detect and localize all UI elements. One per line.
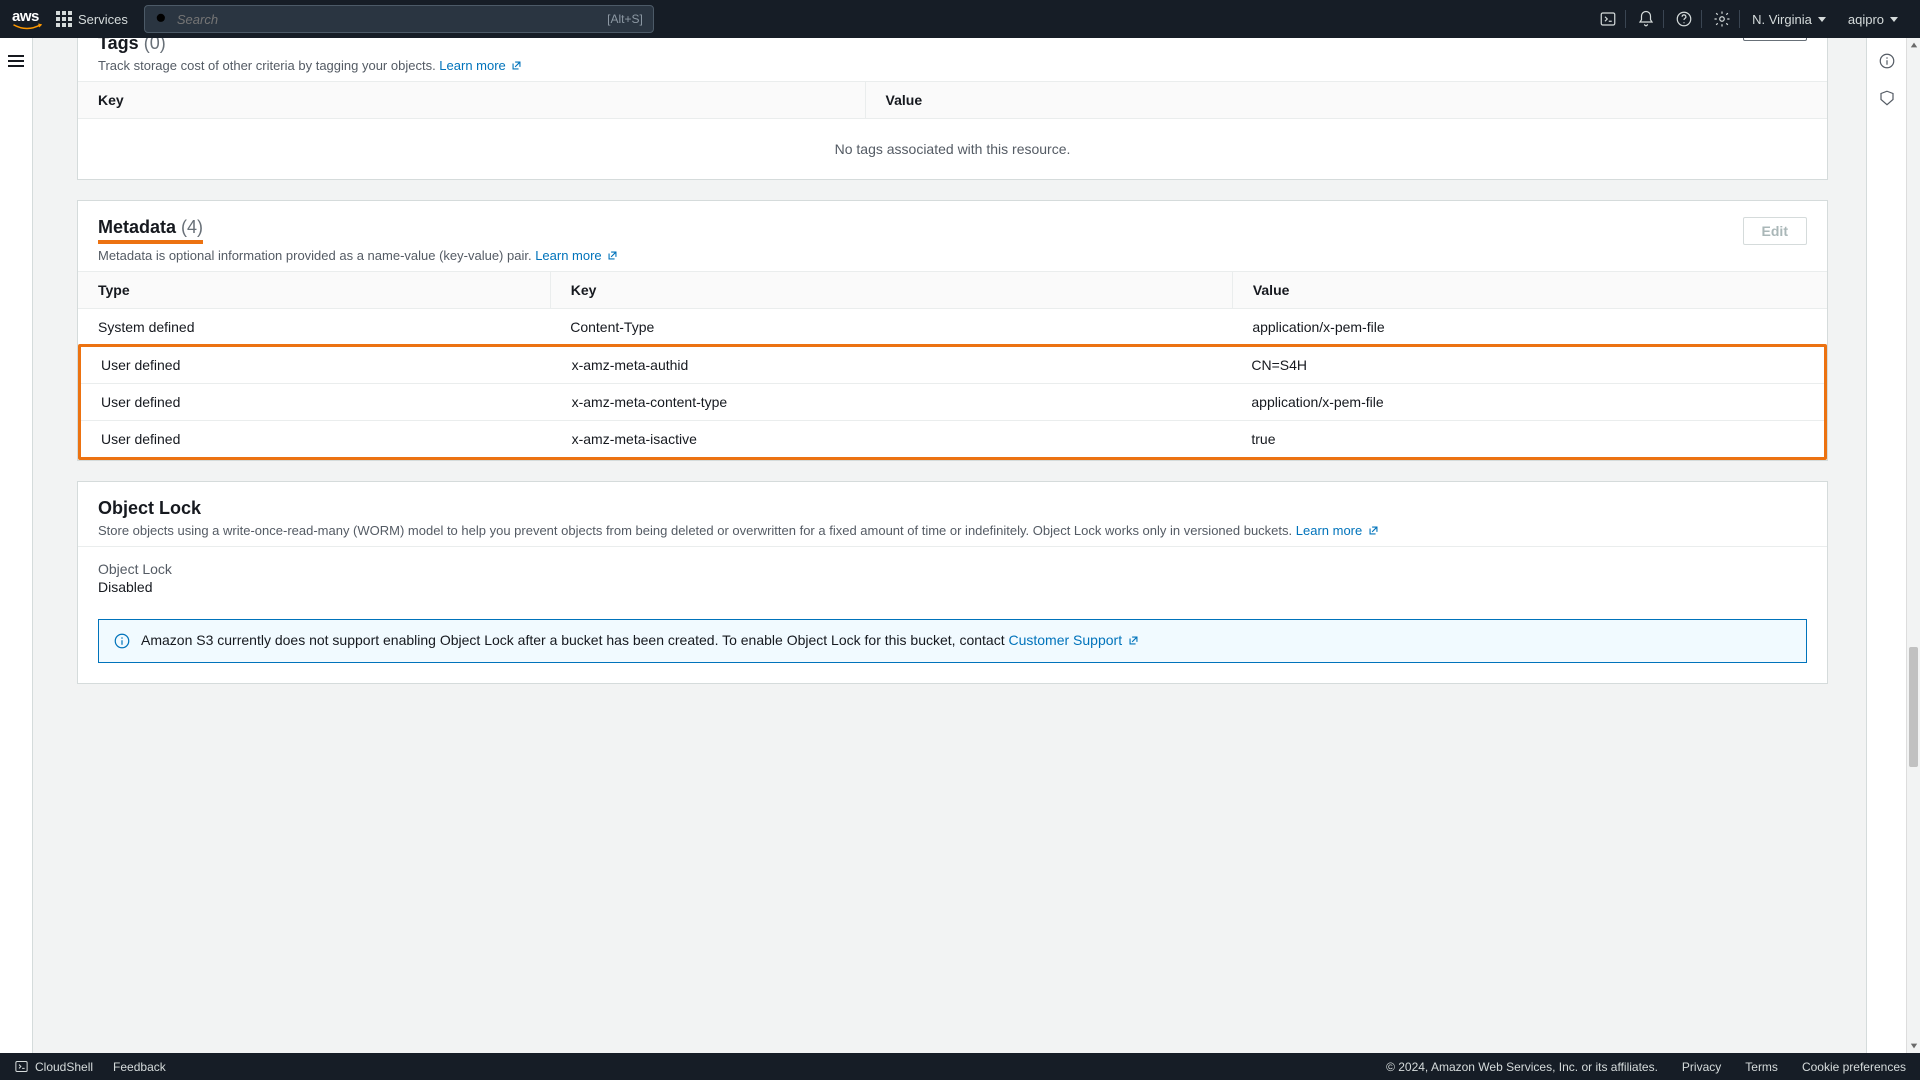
scroll-up-icon[interactable] bbox=[1907, 38, 1920, 52]
footer-bar: CloudShell Feedback © 2024, Amazon Web S… bbox=[0, 1053, 1920, 1080]
cloudshell-button[interactable]: CloudShell bbox=[14, 1059, 93, 1074]
metadata-col-type: Type bbox=[78, 272, 550, 309]
security-panel-icon[interactable] bbox=[1878, 89, 1896, 110]
customer-support-link[interactable]: Customer Support bbox=[1008, 632, 1139, 648]
object-lock-status: Object Lock Disabled bbox=[78, 547, 1827, 609]
external-link-icon bbox=[511, 59, 522, 70]
tags-col-key: Key bbox=[78, 82, 865, 119]
metadata-desc: Metadata is optional information provide… bbox=[98, 248, 1743, 263]
settings-icon[interactable] bbox=[1704, 0, 1740, 38]
table-row: User defined x-amz-meta-authid CN=S4H bbox=[81, 347, 1824, 384]
user-label: aqipro bbox=[1848, 12, 1884, 27]
left-rail bbox=[0, 38, 33, 1053]
search-shortcut: [Alt+S] bbox=[607, 12, 643, 26]
tags-title: Tags (0) bbox=[98, 38, 1743, 54]
metadata-table: Type Key Value System defined Content-Ty… bbox=[78, 271, 1827, 345]
notifications-icon[interactable] bbox=[1628, 0, 1664, 38]
cloudshell-icon[interactable] bbox=[1590, 0, 1626, 38]
object-lock-info-box: Amazon S3 currently does not support ena… bbox=[98, 619, 1807, 663]
help-icon[interactable] bbox=[1666, 0, 1702, 38]
services-label[interactable]: Services bbox=[78, 12, 128, 27]
tags-learn-more-link[interactable]: Learn more bbox=[439, 58, 522, 73]
copyright-text: © 2024, Amazon Web Services, Inc. or its… bbox=[1386, 1060, 1658, 1074]
metadata-title: Metadata (4) bbox=[98, 217, 1743, 244]
vertical-scrollbar[interactable] bbox=[1906, 38, 1920, 1053]
object-lock-panel: Object Lock Store objects using a write-… bbox=[77, 481, 1828, 684]
scrollbar-thumb[interactable] bbox=[1909, 647, 1918, 767]
tags-panel: Tags (0) Track storage cost of other cri… bbox=[77, 38, 1828, 180]
terms-link[interactable]: Terms bbox=[1745, 1060, 1778, 1074]
search-icon bbox=[155, 12, 169, 26]
table-row: User defined x-amz-meta-isactive true bbox=[81, 421, 1824, 458]
privacy-link[interactable]: Privacy bbox=[1682, 1060, 1721, 1074]
object-lock-learn-more-link[interactable]: Learn more bbox=[1296, 523, 1379, 538]
tags-col-value: Value bbox=[865, 82, 1827, 119]
main-content: Tags (0) Track storage cost of other cri… bbox=[33, 38, 1866, 1053]
region-selector[interactable]: N. Virginia bbox=[1742, 0, 1836, 38]
top-nav: aws Services [Alt+S] N. Virginia aqipro bbox=[0, 0, 1920, 38]
region-label: N. Virginia bbox=[1752, 12, 1812, 27]
metadata-col-key: Key bbox=[550, 272, 1232, 309]
table-row: User defined x-amz-meta-content-type app… bbox=[81, 384, 1824, 421]
search-input[interactable] bbox=[177, 12, 607, 27]
scroll-down-icon[interactable] bbox=[1907, 1039, 1920, 1053]
object-lock-title: Object Lock bbox=[98, 498, 1807, 519]
feedback-link[interactable]: Feedback bbox=[113, 1060, 166, 1074]
metadata-panel: Metadata (4) Metadata is optional inform… bbox=[77, 200, 1828, 461]
info-panel-icon[interactable] bbox=[1878, 52, 1896, 73]
services-grid-icon[interactable] bbox=[56, 11, 72, 27]
right-rail bbox=[1866, 38, 1906, 1053]
metadata-edit-button[interactable]: Edit bbox=[1743, 217, 1807, 245]
tags-table: Key Value bbox=[78, 81, 1827, 119]
aws-logo[interactable]: aws bbox=[12, 8, 42, 31]
sidebar-toggle-icon[interactable] bbox=[8, 52, 24, 70]
tags-edit-button[interactable]: Edit bbox=[1743, 38, 1807, 41]
account-dropdown[interactable]: aqipro bbox=[1838, 0, 1908, 38]
object-lock-desc: Store objects using a write-once-read-ma… bbox=[98, 523, 1807, 538]
external-link-icon bbox=[1128, 633, 1139, 644]
table-row: System defined Content-Type application/… bbox=[78, 309, 1827, 346]
external-link-icon bbox=[1368, 524, 1379, 535]
external-link-icon bbox=[607, 249, 618, 260]
cookie-preferences-link[interactable]: Cookie preferences bbox=[1802, 1060, 1906, 1074]
search-box[interactable]: [Alt+S] bbox=[144, 5, 654, 33]
metadata-highlighted-rows: User defined x-amz-meta-authid CN=S4H Us… bbox=[78, 344, 1827, 460]
metadata-col-value: Value bbox=[1232, 272, 1827, 309]
tags-desc: Track storage cost of other criteria by … bbox=[98, 58, 1743, 73]
tags-empty-message: No tags associated with this resource. bbox=[78, 119, 1827, 179]
metadata-learn-more-link[interactable]: Learn more bbox=[535, 248, 618, 263]
info-icon bbox=[113, 632, 131, 650]
